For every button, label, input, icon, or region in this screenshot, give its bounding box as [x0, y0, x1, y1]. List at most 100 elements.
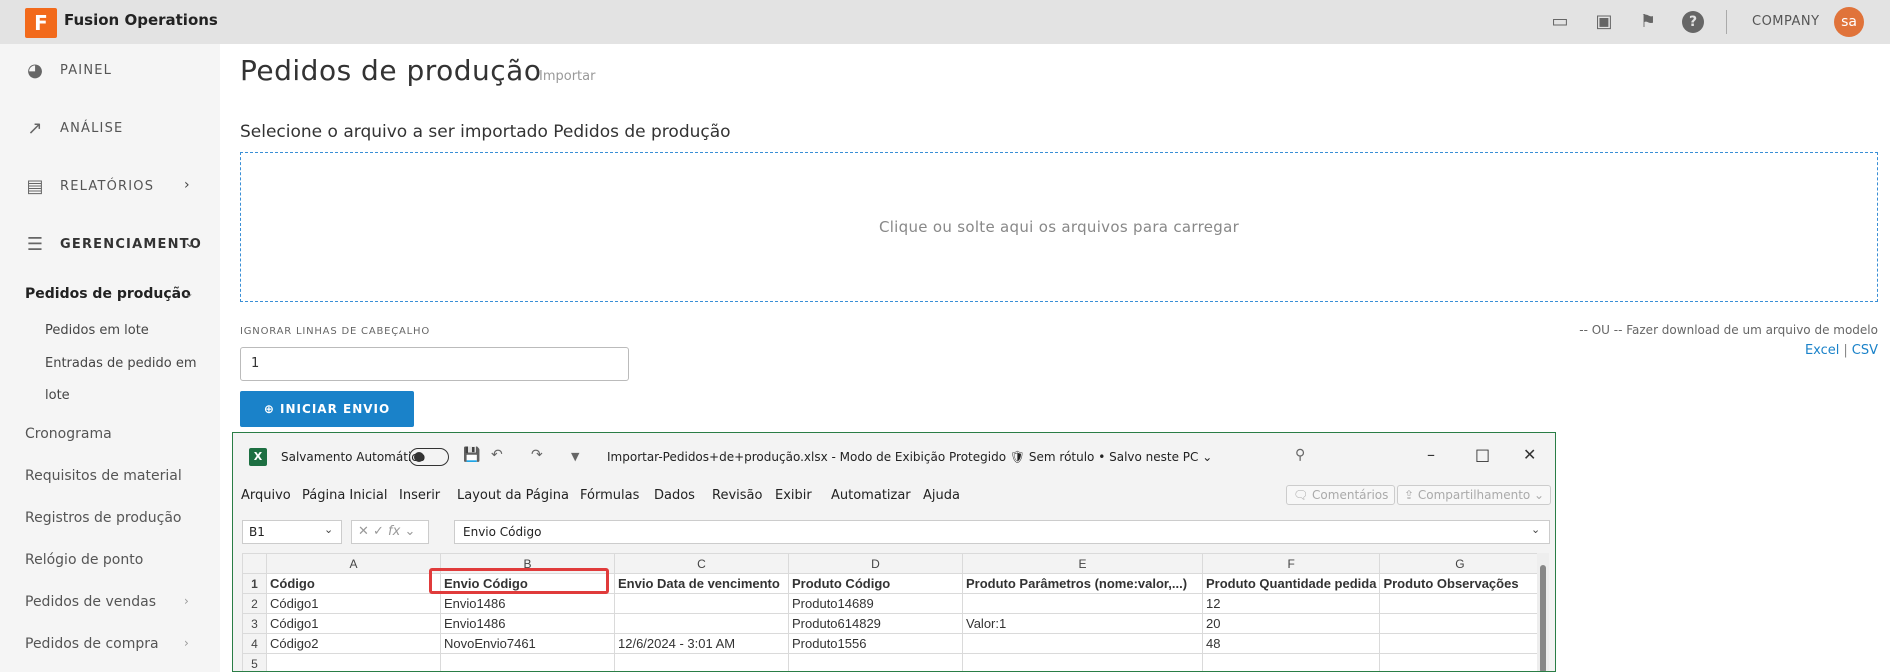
cell[interactable] [614, 613, 789, 634]
undo-icon[interactable]: ↶ [491, 447, 503, 463]
app-logo[interactable]: F [25, 8, 57, 38]
cell[interactable]: Produto Parâmetros (nome:valor,...) [962, 573, 1203, 594]
cell[interactable]: Envio1486 [440, 593, 615, 614]
column-header[interactable]: C [614, 553, 789, 574]
cell[interactable]: Envio Data de vencimento [614, 573, 789, 594]
cell[interactable]: Produto1556 [788, 633, 963, 654]
sidebar-item-pedidos-vendas[interactable]: Pedidos de vendas [25, 594, 156, 610]
sidebar-item-gerenciamento[interactable]: ☰ GERENCIAMENTO ⌄ [0, 223, 220, 267]
save-icon[interactable]: 💾 [463, 447, 480, 463]
maximize-icon[interactable]: □ [1475, 445, 1490, 464]
cell[interactable]: Produto Quantidade pedida [1201, 573, 1381, 594]
share-button[interactable]: ⇪ Compartilhamento ⌄ [1397, 485, 1552, 505]
customize-qa-icon[interactable]: ▼ [571, 450, 579, 463]
sidebar-item-analise[interactable]: ↗ ANÁLISE [0, 107, 220, 151]
search-icon[interactable]: ⚲ [1295, 447, 1305, 463]
cell[interactable] [1201, 653, 1381, 671]
menu-layout[interactable]: Layout da Página [457, 488, 569, 503]
minimize-icon[interactable]: – [1427, 445, 1435, 464]
autosave-toggle[interactable] [409, 448, 449, 466]
column-header[interactable]: E [962, 553, 1203, 574]
cell[interactable] [1379, 633, 1541, 654]
sidebar-item-cronograma[interactable]: Cronograma [25, 426, 112, 442]
comments-button[interactable]: 🗨 Comentários [1286, 485, 1396, 505]
sidebar-subitem-entradas-lote-cont[interactable]: lote [45, 388, 70, 403]
menu-formulas[interactable]: Fórmulas [580, 488, 639, 503]
select-all-corner[interactable] [242, 553, 267, 574]
row-number[interactable]: 1 [242, 573, 267, 594]
cell[interactable]: Código [266, 573, 441, 594]
menu-inserir[interactable]: Inserir [399, 488, 440, 503]
menu-exibir[interactable]: Exibir [775, 488, 812, 503]
cell[interactable] [266, 653, 441, 671]
excel-file-info[interactable]: Importar-Pedidos+de+produção.xlsx - Modo… [607, 450, 1212, 464]
sidebar-item-relogio[interactable]: Relógio de ponto [25, 552, 143, 568]
chat-icon[interactable]: ▭ [1549, 11, 1571, 33]
cell[interactable] [1379, 593, 1541, 614]
excel-window[interactable]: X Salvamento Automático 💾 ↶ ↷ ▼ Importar… [232, 432, 1556, 672]
avatar[interactable]: sa [1834, 7, 1864, 37]
sidebar-item-pedidos-compra[interactable]: Pedidos de compra [25, 636, 159, 652]
cell[interactable]: 48 [1201, 633, 1381, 654]
bookmark-icon[interactable]: ⚑ [1637, 11, 1659, 33]
row-number[interactable]: 2 [242, 593, 267, 614]
file-dropzone[interactable]: Clique ou solte aqui os arquivos para ca… [240, 152, 1878, 302]
formula-buttons[interactable]: ✕ ✓ fx ⌄ [351, 520, 429, 544]
chevron-down-icon[interactable]: ⌄ [1531, 523, 1540, 536]
sidebar-item-registros[interactable]: Registros de produção [25, 510, 181, 526]
column-header[interactable]: G [1379, 553, 1541, 574]
csv-template-link[interactable]: CSV [1852, 343, 1878, 358]
cell[interactable] [962, 593, 1203, 614]
excel-template-link[interactable]: Excel [1805, 343, 1839, 358]
cell[interactable]: 12 [1201, 593, 1381, 614]
company-label[interactable]: COMPANY [1752, 14, 1820, 29]
cell[interactable]: Produto Observações [1379, 573, 1541, 594]
row-number[interactable]: 3 [242, 613, 267, 634]
menu-arquivo[interactable]: Arquivo [241, 488, 291, 503]
cell[interactable] [1379, 653, 1541, 671]
sidebar-subitem-pedidos-lote[interactable]: Pedidos em lote [45, 323, 149, 338]
cell[interactable]: Código2 [266, 633, 441, 654]
cell[interactable] [1379, 613, 1541, 634]
cell[interactable]: Valor:1 [962, 613, 1203, 634]
menu-revisao[interactable]: Revisão [712, 488, 762, 503]
cell[interactable] [962, 653, 1203, 671]
sidebar-item-relatorios[interactable]: ▤ RELATÓRIOS › [0, 165, 220, 209]
cell[interactable] [788, 653, 963, 671]
formula-bar[interactable]: Envio Código [454, 520, 1550, 544]
close-icon[interactable]: ✕ [1523, 445, 1536, 464]
row-number[interactable]: 4 [242, 633, 267, 654]
cell[interactable]: 20 [1201, 613, 1381, 634]
menu-dados[interactable]: Dados [654, 488, 695, 503]
help-icon[interactable]: ? [1682, 11, 1704, 33]
cell[interactable]: Envio1486 [440, 613, 615, 634]
column-header[interactable]: A [266, 553, 441, 574]
sidebar-subitem-entradas-lote[interactable]: Entradas de pedido em [45, 356, 196, 371]
cell[interactable]: Produto14689 [788, 593, 963, 614]
app-title[interactable]: Fusion Operations [64, 11, 218, 29]
sidebar-item-pedidos-producao[interactable]: Pedidos de produção [25, 286, 191, 302]
menu-automatizar[interactable]: Automatizar [831, 488, 911, 503]
cell[interactable] [440, 653, 615, 671]
cell[interactable]: NovoEnvio7461 [440, 633, 615, 654]
vertical-scrollbar[interactable] [1537, 553, 1549, 671]
sidebar-item-painel[interactable]: ◕ PAINEL [0, 49, 220, 93]
cell[interactable]: Código1 [266, 593, 441, 614]
cell[interactable]: Produto Código [788, 573, 963, 594]
cell[interactable]: 12/6/2024 - 3:01 AM [614, 633, 789, 654]
cell[interactable] [614, 653, 789, 671]
sidebar-item-requisitos[interactable]: Requisitos de material [25, 468, 182, 484]
redo-icon[interactable]: ↷ [531, 447, 543, 463]
chevron-down-icon[interactable]: ⌄ [184, 286, 194, 300]
cell[interactable] [614, 593, 789, 614]
cell[interactable] [962, 633, 1203, 654]
row-number[interactable]: 5 [242, 653, 267, 671]
cell[interactable]: Código1 [266, 613, 441, 634]
column-header[interactable]: F [1201, 553, 1381, 574]
ignore-header-input[interactable]: 1 [240, 347, 629, 381]
start-upload-button[interactable]: ⊕ INICIAR ENVIO [240, 391, 414, 427]
menu-pagina-inicial[interactable]: Página Inicial [302, 488, 387, 503]
chevron-down-icon[interactable]: ⌄ [324, 523, 333, 536]
video-icon[interactable]: ▣ [1593, 11, 1615, 33]
cell[interactable]: Produto614829 [788, 613, 963, 634]
